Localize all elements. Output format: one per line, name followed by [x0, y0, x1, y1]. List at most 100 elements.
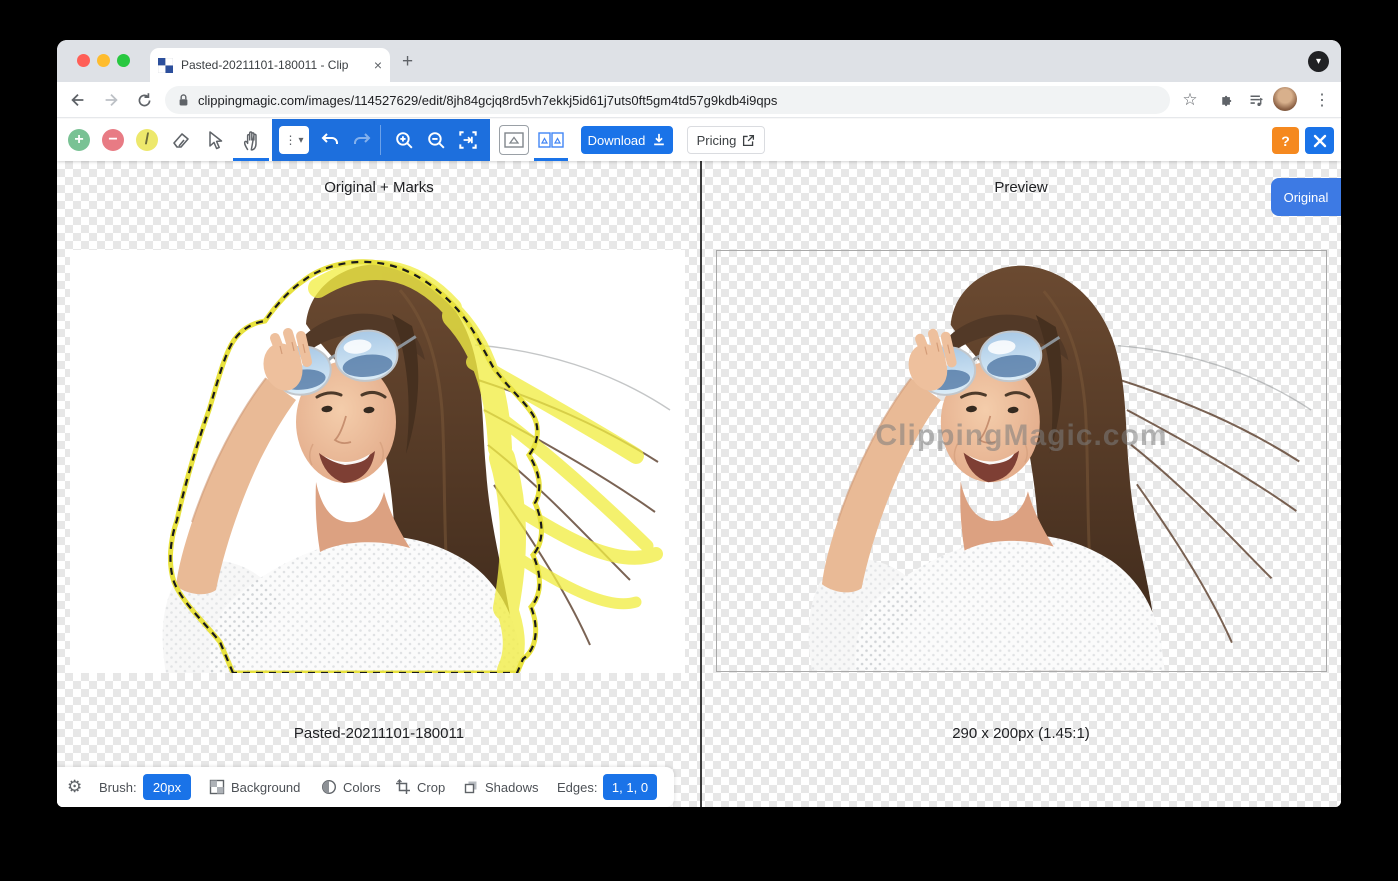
crop-icon: [395, 779, 411, 795]
undo-icon: [320, 130, 340, 150]
hair-brush-tool[interactable]: /: [135, 128, 159, 152]
download-label: Download: [588, 133, 646, 148]
split-view-button[interactable]: [534, 125, 568, 155]
show-original-button[interactable]: Original: [1271, 178, 1341, 216]
redo-button[interactable]: [350, 128, 374, 152]
cursor-tool[interactable]: [203, 128, 227, 152]
image-filename-caption: Pasted-20211101-180011: [199, 725, 559, 742]
bottom-toolbar: ⚙ Brush: 20px Background Colors: [57, 767, 674, 807]
brush-label: Brush:: [99, 780, 137, 795]
active-tool-underline: [233, 158, 269, 161]
panel-divider[interactable]: [700, 161, 702, 807]
back-button[interactable]: [67, 89, 89, 111]
toolbar-separator: [380, 125, 381, 155]
single-view-button[interactable]: [499, 125, 529, 155]
undo-button[interactable]: [318, 128, 342, 152]
browser-toolbar: clippingmagic.com/images/114527629/edit/…: [57, 82, 1341, 118]
active-view-underline: [534, 158, 568, 161]
zoom-in-button[interactable]: [392, 128, 416, 152]
redo-icon: [352, 130, 372, 150]
close-window-button[interactable]: [77, 54, 90, 67]
crop-button[interactable]: Crop: [395, 779, 445, 795]
puzzle-icon: [1218, 92, 1235, 109]
tab-title: Pasted-20211101-180011 - Clip: [181, 58, 368, 72]
tab-close-icon[interactable]: ×: [374, 58, 382, 72]
download-icon: [652, 133, 666, 147]
hand-icon: [240, 129, 263, 152]
close-editor-button[interactable]: [1305, 127, 1334, 154]
download-button[interactable]: Download: [581, 126, 673, 154]
fit-to-screen-button[interactable]: [456, 128, 480, 152]
tab-search-button[interactable]: ▾: [1308, 51, 1329, 72]
remove-brush-tool[interactable]: −: [101, 128, 125, 152]
external-link-icon: [742, 134, 755, 147]
forward-arrow-icon: [102, 91, 120, 109]
url-field[interactable]: clippingmagic.com/images/114527629/edit/…: [165, 86, 1170, 114]
slash-icon: /: [136, 129, 158, 151]
brush-size-button[interactable]: 20px: [143, 774, 191, 800]
keep-brush-tool[interactable]: +: [67, 128, 91, 152]
background-button[interactable]: Background: [209, 779, 300, 795]
edges-label: Edges:: [557, 780, 597, 795]
dropdown-dots-icon: ⋮: [284, 133, 296, 147]
colors-label: Colors: [343, 780, 381, 795]
preview-image-area[interactable]: ClippingMagic.com: [716, 250, 1327, 672]
left-panel-title: Original + Marks: [229, 179, 529, 196]
extensions-button[interactable]: [1215, 89, 1237, 111]
lock-icon: [177, 93, 190, 107]
shadows-label: Shadows: [485, 780, 538, 795]
original-image-with-marks: [70, 250, 685, 673]
editor-canvas: Original + Marks Preview ClippingMagic.c…: [57, 161, 1341, 807]
crop-label: Crop: [417, 780, 445, 795]
clippingmagic-favicon: [158, 58, 173, 73]
reload-button[interactable]: [133, 89, 155, 111]
url-text: clippingmagic.com/images/114527629/edit/…: [198, 93, 777, 108]
zoom-out-icon: [426, 130, 447, 151]
background-checker-icon: [209, 779, 225, 795]
zoom-window-button[interactable]: [117, 54, 130, 67]
plus-icon: +: [68, 129, 90, 151]
browser-window: Pasted-20211101-180011 - Clip × + ▾: [57, 40, 1341, 807]
new-tab-button[interactable]: +: [402, 52, 413, 71]
profile-avatar[interactable]: [1273, 87, 1297, 111]
eraser-icon: [170, 129, 192, 151]
toolbar-blue-group: ⋮ ▾: [272, 119, 490, 161]
close-x-icon: [1313, 134, 1327, 148]
image-dimensions-caption: 290 x 200px (1.45:1): [841, 725, 1201, 742]
back-arrow-icon: [69, 91, 87, 109]
eraser-tool[interactable]: [169, 128, 193, 152]
single-view-icon: [504, 132, 524, 148]
tool-options-dropdown[interactable]: ⋮ ▾: [279, 126, 309, 154]
browser-menu-kebab-icon[interactable]: ⋮: [1311, 89, 1333, 111]
help-button[interactable]: ?: [1272, 127, 1299, 154]
original-image-area[interactable]: [70, 250, 685, 673]
reload-icon: [136, 92, 153, 109]
zoom-in-icon: [394, 130, 415, 151]
right-panel-title: Preview: [871, 179, 1171, 196]
gear-icon: ⚙: [67, 777, 82, 797]
minimize-window-button[interactable]: [97, 54, 110, 67]
zoom-out-button[interactable]: [424, 128, 448, 152]
background-label: Background: [231, 780, 300, 795]
bookmark-star-icon[interactable]: ☆: [1179, 89, 1201, 111]
pan-hand-tool[interactable]: [239, 128, 263, 152]
watermark-text: ClippingMagic.com: [717, 419, 1326, 453]
media-controls-button[interactable]: [1245, 89, 1267, 111]
pricing-button[interactable]: Pricing: [687, 126, 765, 154]
titlebar: Pasted-20211101-180011 - Clip × + ▾: [57, 40, 1341, 82]
colors-button[interactable]: Colors: [321, 779, 381, 795]
forward-button[interactable]: [100, 89, 122, 111]
shadows-icon: [463, 779, 479, 795]
cursor-icon: [204, 129, 226, 151]
fit-screen-icon: [457, 129, 479, 151]
browser-tab[interactable]: Pasted-20211101-180011 - Clip ×: [150, 48, 390, 82]
playlist-icon: [1248, 92, 1265, 109]
minus-icon: −: [102, 129, 124, 151]
pricing-label: Pricing: [697, 133, 737, 148]
settings-button[interactable]: ⚙: [67, 777, 82, 797]
editor-toolbar: + − / ⋮ ▾: [57, 119, 1341, 161]
split-view-icon: [538, 132, 564, 148]
shadows-button[interactable]: Shadows: [463, 779, 538, 795]
edges-values-button[interactable]: 1, 1, 0: [603, 774, 657, 800]
colors-half-circle-icon: [321, 779, 337, 795]
